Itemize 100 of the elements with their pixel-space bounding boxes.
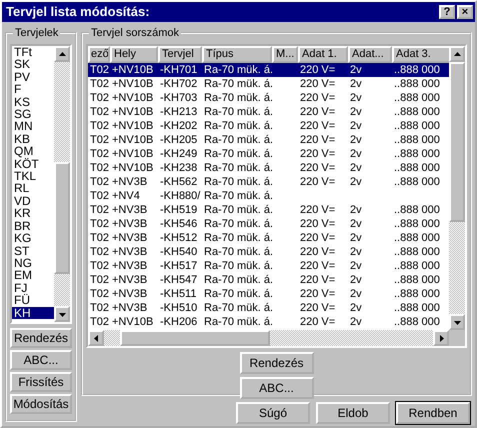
table-row[interactable]: T02 +NV10B -KH202 Ra-70 mük. á. 220 V= 2v ..888 000 bbox=[88, 119, 449, 133]
table-cell: +NV3B bbox=[112, 176, 148, 188]
table-row[interactable]: T02 +NV10B -KH703 Ra-70 mük. á. 220 V= 2v ..888 000 bbox=[88, 91, 449, 105]
column-header[interactable]: Típus bbox=[202, 46, 272, 63]
column-header[interactable]: Hely bbox=[110, 46, 158, 63]
table-cell: 2v bbox=[350, 134, 362, 146]
table-cell: Ra-70 mük. á. bbox=[204, 316, 272, 328]
list-item[interactable]: KS bbox=[12, 96, 54, 108]
dialog-button[interactable]: Eldob bbox=[316, 402, 390, 424]
scroll-down-button[interactable] bbox=[54, 306, 70, 322]
list-button[interactable]: Rendezés bbox=[10, 328, 72, 348]
scroll-right-button[interactable] bbox=[433, 330, 449, 346]
table-row[interactable]: T02 +NV3B -KH512 Ra-70 mük. á. 220 V= 2v ..888 000 bbox=[88, 231, 449, 245]
list-item[interactable]: VD bbox=[12, 194, 54, 208]
list-item[interactable]: QM bbox=[12, 145, 54, 158]
list-item[interactable]: MN bbox=[12, 120, 54, 133]
table-cell: Ra-70 mük. á. bbox=[204, 274, 272, 286]
scroll-left-button[interactable] bbox=[88, 330, 104, 346]
table-row[interactable]: T02 +NV10B -KH238 Ra-70 mük. á. 220 V= 2v ..888 000 bbox=[88, 161, 449, 175]
table-cell: 2v bbox=[350, 162, 362, 174]
table-cell: -KH517 bbox=[160, 260, 198, 272]
table-cell: +NV3B bbox=[112, 204, 148, 216]
scrollbar[interactable] bbox=[449, 46, 465, 330]
table-button[interactable]: Rendezés bbox=[240, 352, 314, 374]
table-row[interactable]: T02 +NV10B -KH249 Ra-70 mük. á. 220 V= 2v ..888 000 bbox=[88, 147, 449, 161]
list-item[interactable]: FJ bbox=[12, 282, 54, 294]
table-cell: ..888 000 bbox=[394, 246, 440, 258]
list-item[interactable]: SG bbox=[12, 108, 54, 120]
scrollbar[interactable] bbox=[54, 46, 70, 322]
list-item[interactable]: KH bbox=[12, 306, 54, 319]
scroll-thumb[interactable] bbox=[120, 330, 270, 346]
scroll-thumb[interactable] bbox=[54, 162, 70, 274]
list-item[interactable]: ST bbox=[12, 244, 54, 257]
table-row[interactable]: T02 +NV10B -KH205 Ra-70 mük. á. 220 V= 2v ..888 000 bbox=[88, 133, 449, 147]
table-row[interactable]: T02 +NV3B -KH546 Ra-70 mük. á. 220 V= 2v ..888 000 bbox=[88, 217, 449, 231]
scrollbar[interactable] bbox=[88, 330, 449, 346]
table-cell: T02 bbox=[90, 78, 109, 90]
table-cell: 220 V= bbox=[300, 120, 336, 132]
table-cell: 220 V= bbox=[300, 92, 336, 104]
list-item[interactable]: KB bbox=[12, 132, 54, 146]
column-header[interactable]: Tervjel bbox=[158, 46, 202, 63]
list-item[interactable]: FÜ bbox=[12, 294, 54, 307]
table-cell: +NV10B bbox=[112, 64, 154, 76]
list-button[interactable]: Módosítás bbox=[10, 394, 72, 414]
table-row[interactable]: T02 +NV10B -KH701 Ra-70 mük. á. 220 V= 2v ..888 000 bbox=[88, 63, 449, 77]
table-cell: Ra-70 mük. á. bbox=[204, 162, 272, 174]
list-item[interactable]: BR bbox=[12, 220, 54, 232]
column-header[interactable]: Adat 1. bbox=[298, 46, 348, 63]
table-cell: 2v bbox=[350, 218, 362, 230]
list-item[interactable]: SK bbox=[12, 58, 54, 71]
dialog-button[interactable]: Súgó bbox=[236, 402, 310, 424]
column-header[interactable]: M... bbox=[272, 46, 298, 63]
scrollbar-corner bbox=[449, 330, 465, 346]
table-cell: 2v bbox=[350, 246, 362, 258]
table-row[interactable]: T02 +NV10B -KH213 Ra-70 mük. á. 220 V= 2v ..888 000 bbox=[88, 105, 449, 119]
list-item[interactable]: TFt bbox=[12, 46, 54, 58]
table-row[interactable]: T02 +NV10B -KH206 Ra-70 mük. á. 220 V= 2v ..888 000 bbox=[88, 315, 449, 329]
right-arrow-icon bbox=[438, 334, 444, 342]
table-cell: 2v bbox=[350, 274, 362, 286]
left-arrow-icon bbox=[92, 334, 100, 342]
list-item[interactable]: KR bbox=[12, 207, 54, 220]
table-row[interactable]: T02 +NV3B -KH510 Ra-70 mük. á. 220 V= 2v ..888 000 bbox=[88, 301, 449, 315]
help-button[interactable]: ? bbox=[439, 5, 455, 19]
table-button[interactable]: ABC... bbox=[240, 377, 314, 399]
list-item[interactable]: RL bbox=[12, 182, 54, 195]
list-item[interactable]: TKL bbox=[12, 170, 54, 182]
table-cell: 2v bbox=[350, 148, 362, 160]
table-cell: Ra-70 mük. á. bbox=[204, 78, 272, 90]
table-row[interactable]: T02 +NV3B -KH547 Ra-70 mük. á. 220 V= 2v ..888 000 bbox=[88, 273, 449, 287]
list-item[interactable]: KG bbox=[12, 232, 54, 244]
table-row[interactable]: T02 +NV3B -KH540 Ra-70 mük. á. 220 V= 2v ..888 000 bbox=[88, 245, 449, 259]
table-cell: T02 bbox=[90, 274, 109, 286]
table-cell: Ra-70 mük. á. bbox=[204, 260, 272, 272]
list-button[interactable]: ABC... bbox=[10, 350, 72, 370]
table-row[interactable]: T02 +NV3B -KH562 Ra-70 mük. á. 220 V= 2v ..888 000 bbox=[88, 175, 449, 189]
table-cell: -KH546 bbox=[160, 218, 198, 230]
table-row[interactable]: T02 +NV3B -KH511 Ra-70 mük. á. 220 V= 2v ..888 000 bbox=[88, 287, 449, 301]
table-row[interactable]: T02 +NV4 -KH880/ Ra-70 mük. á. bbox=[88, 189, 449, 203]
column-header[interactable]: Adat... bbox=[348, 46, 392, 63]
table-row[interactable]: T02 +NV3B -KH519 Ra-70 mük. á. 220 V= 2v ..888 000 bbox=[88, 203, 449, 217]
list-item[interactable]: PV bbox=[12, 70, 54, 84]
close-button[interactable]: × bbox=[457, 5, 473, 19]
table-cell: 220 V= bbox=[300, 204, 336, 216]
scroll-thumb[interactable] bbox=[449, 62, 465, 222]
scroll-up-button[interactable] bbox=[54, 46, 70, 62]
list-item[interactable]: KÖT bbox=[12, 158, 54, 170]
column-header[interactable]: Adat 3. bbox=[392, 46, 449, 63]
table-row[interactable]: T02 +NV10B -KH702 Ra-70 mük. á. 220 V= 2v ..888 000 bbox=[88, 77, 449, 91]
list-item[interactable]: F bbox=[12, 83, 54, 96]
table-cell: 220 V= bbox=[300, 316, 336, 328]
list-item[interactable]: NG bbox=[12, 256, 54, 270]
list-button[interactable]: Frissítés bbox=[10, 372, 72, 392]
table-cell: 2v bbox=[350, 288, 362, 300]
dialog-button[interactable]: Rendben bbox=[396, 402, 470, 424]
list-item[interactable]: EM bbox=[12, 269, 54, 282]
scroll-up-button[interactable] bbox=[449, 46, 465, 62]
column-header[interactable]: ező bbox=[88, 46, 110, 63]
scroll-down-button[interactable] bbox=[449, 314, 465, 330]
table-cell: 220 V= bbox=[300, 274, 336, 286]
table-row[interactable]: T02 +NV3B -KH517 Ra-70 mük. á. 220 V= 2v ..888 000 bbox=[88, 259, 449, 273]
